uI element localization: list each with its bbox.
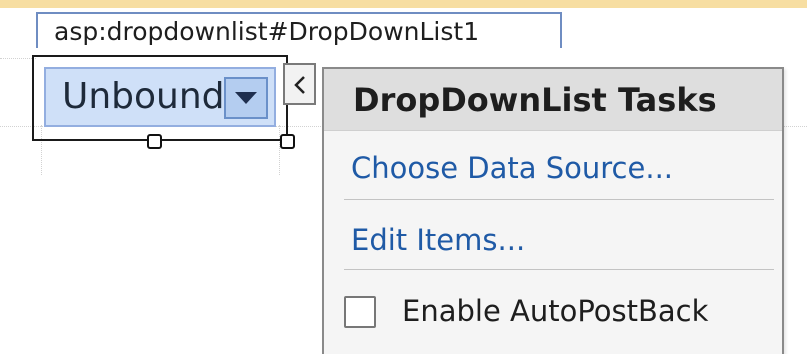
autopostback-label[interactable]: Enable AutoPostBack (402, 290, 708, 332)
resize-handle-bottom[interactable] (147, 134, 162, 149)
autopostback-checkbox[interactable] (344, 296, 376, 328)
tasks-panel: DropDownList Tasks Choose Data Source...… (322, 67, 784, 354)
guide-line (0, 58, 36, 59)
dropdownlist-control[interactable]: Unbound (44, 67, 276, 127)
resize-handle-bottom-right[interactable] (280, 134, 295, 149)
chevron-left-icon (294, 76, 305, 94)
edit-items-link[interactable]: Edit Items... (351, 223, 525, 257)
choose-data-source-link[interactable]: Choose Data Source... (351, 151, 673, 185)
control-tag-label: asp:dropdownlist#DropDownList1 (36, 12, 562, 48)
divider (344, 269, 774, 270)
designer-top-band (0, 0, 807, 8)
smart-tag-button[interactable] (283, 63, 316, 105)
dropdown-arrow-button[interactable] (224, 77, 268, 119)
dropdown-selected-value: Unbound (62, 76, 225, 117)
divider (344, 199, 774, 200)
autopostback-option[interactable]: Enable AutoPostBack (344, 290, 764, 332)
tasks-panel-title: DropDownList Tasks (324, 69, 782, 131)
triangle-down-icon (235, 92, 257, 104)
